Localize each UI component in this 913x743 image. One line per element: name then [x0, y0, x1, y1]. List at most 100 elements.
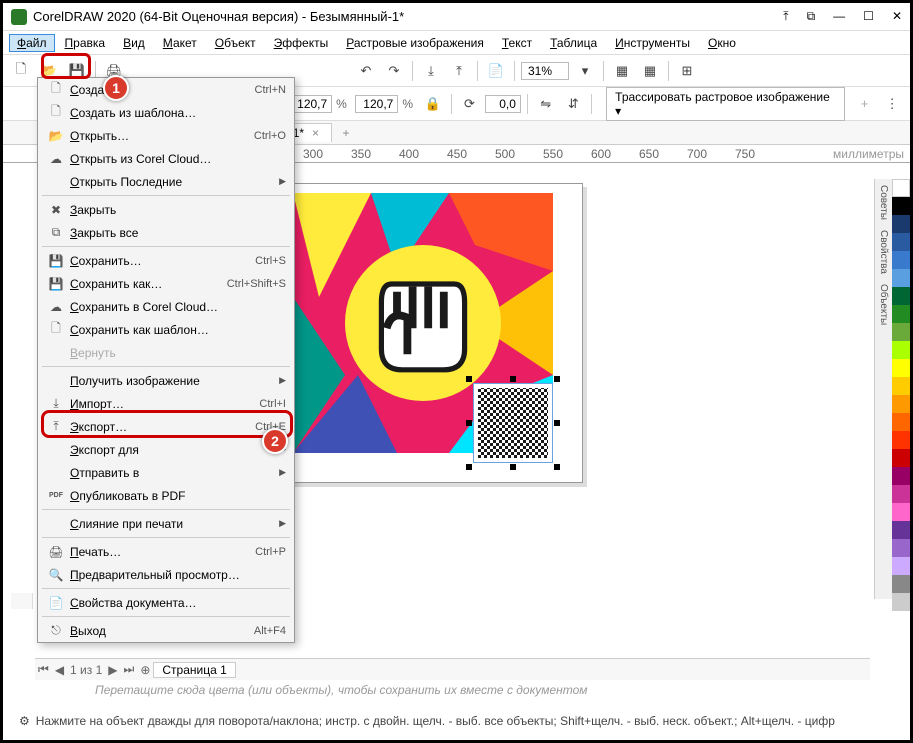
document-palette[interactable]: Перетащите сюда цвета (или объекты), что… — [35, 680, 870, 700]
right-dock: Советы Свойства Объекты — [874, 179, 892, 599]
menu-item[interactable]: Слияние при печати▶ — [38, 512, 294, 535]
menu-item[interactable]: ☁Сохранить в Corel Cloud… — [38, 295, 294, 318]
menu-эффекты[interactable]: Эффекты — [266, 34, 337, 52]
menu-окно[interactable]: Окно — [700, 34, 744, 52]
menu-item[interactable]: 🗋Создать…Ctrl+N — [38, 78, 294, 101]
color-swatch[interactable] — [892, 449, 910, 467]
rotation-field[interactable]: 0,0 — [485, 95, 521, 113]
color-swatch[interactable] — [892, 395, 910, 413]
menu-таблица[interactable]: Таблица — [542, 34, 605, 52]
pdf-icon[interactable]: 📄 — [484, 59, 508, 83]
menu-объект[interactable]: Объект — [207, 34, 264, 52]
zoom-dropdown-icon[interactable]: ▾ — [573, 59, 597, 83]
menu-item[interactable]: Открыть Последние▶ — [38, 170, 294, 193]
menu-item[interactable]: 💾Сохранить…Ctrl+S — [38, 249, 294, 272]
new-icon[interactable]: 🗋 — [9, 59, 33, 83]
menu-item[interactable]: 💾Сохранить как…Ctrl+Shift+S — [38, 272, 294, 295]
export-icon[interactable]: ⤒ — [447, 59, 471, 83]
color-swatch[interactable] — [892, 413, 910, 431]
titlebar-extra-icon[interactable]: ⤒ — [783, 9, 788, 24]
dock-tab[interactable]: Свойства — [878, 230, 889, 274]
color-swatch[interactable] — [892, 341, 910, 359]
color-swatch[interactable] — [892, 503, 910, 521]
grid-icon[interactable]: ▦ — [610, 59, 634, 83]
color-swatch[interactable] — [892, 521, 910, 539]
menu-item[interactable]: ✖Закрыть — [38, 198, 294, 221]
menu-item[interactable]: ☁Открыть из Corel Cloud… — [38, 147, 294, 170]
snap-icon[interactable]: ▦ — [638, 59, 662, 83]
menu-текст[interactable]: Текст — [494, 34, 540, 52]
add-tab-button[interactable]: + — [336, 126, 356, 140]
color-swatch[interactable] — [892, 323, 910, 341]
trace-bitmap-button[interactable]: Трассировать растровое изображение ▾ — [606, 87, 844, 121]
menu-item[interactable]: ⤒Экспорт…Ctrl+E — [38, 415, 294, 438]
import-icon[interactable]: ⤓ — [419, 59, 443, 83]
menu-item[interactable]: 🗋Создать из шаблона… — [38, 101, 294, 124]
menu-item[interactable]: 🗋Сохранить как шаблон… — [38, 318, 294, 341]
menu-файл[interactable]: Файл — [9, 34, 55, 52]
close-button[interactable]: ✕ — [892, 9, 902, 24]
color-swatch[interactable] — [892, 215, 910, 233]
color-swatch[interactable] — [892, 485, 910, 503]
color-swatch[interactable] — [892, 179, 910, 197]
more-icon[interactable]: ⋮ — [880, 92, 904, 116]
page-tab[interactable]: Страница 1 — [153, 662, 235, 678]
menu-item[interactable]: 📂Открыть…Ctrl+O — [38, 124, 294, 147]
plus-icon[interactable]: + — [853, 92, 877, 116]
page-add-icon[interactable]: ⊕ — [137, 663, 153, 677]
titlebar-help-icon[interactable]: ⧉ — [807, 9, 816, 24]
menu-item[interactable]: 🖨Печать…Ctrl+P — [38, 540, 294, 563]
menu-правка[interactable]: Правка — [57, 34, 114, 52]
page-first-icon[interactable]: ⏮ — [35, 662, 52, 677]
color-swatch[interactable] — [892, 467, 910, 485]
color-swatch[interactable] — [892, 233, 910, 251]
menu-item[interactable]: Получить изображение▶ — [38, 369, 294, 392]
page-prev-icon[interactable]: ◀ — [52, 663, 67, 677]
redo-icon[interactable]: ↷ — [382, 59, 406, 83]
menu-item[interactable]: Отправить в▶ — [38, 461, 294, 484]
tab-close-icon[interactable]: × — [312, 126, 319, 140]
annotation-step-2: 2 — [262, 428, 288, 454]
page-last-icon[interactable]: ⏭ — [121, 662, 138, 677]
page-next-icon[interactable]: ▶ — [105, 663, 120, 677]
scale-y-field[interactable]: 120,7 — [355, 95, 398, 113]
menu-item[interactable]: PDFОпубликовать в PDF — [38, 484, 294, 507]
color-swatch[interactable] — [892, 287, 910, 305]
menu-растровые изображения[interactable]: Растровые изображения — [338, 34, 492, 52]
options-icon[interactable]: ⊞ — [675, 59, 699, 83]
dock-tab[interactable]: Советы — [878, 185, 889, 220]
maximize-button[interactable]: ☐ — [863, 9, 874, 24]
color-swatch[interactable] — [892, 557, 910, 575]
lock-ratio-icon[interactable]: 🔒 — [421, 92, 445, 116]
color-swatch[interactable] — [892, 431, 910, 449]
color-swatch[interactable] — [892, 305, 910, 323]
color-swatch[interactable] — [892, 593, 910, 611]
menu-вид[interactable]: Вид — [115, 34, 153, 52]
color-swatch[interactable] — [892, 251, 910, 269]
dock-tab[interactable]: Объекты — [878, 284, 889, 325]
menu-item[interactable]: ⎋ВыходAlt+F4 — [38, 619, 294, 642]
undo-icon[interactable]: ↶ — [354, 59, 378, 83]
menu-item[interactable]: ⤓Импорт…Ctrl+I — [38, 392, 294, 415]
color-swatch[interactable] — [892, 359, 910, 377]
menu-item[interactable]: ⧉Закрыть все — [38, 221, 294, 244]
zoom-field[interactable]: 31% — [521, 62, 569, 80]
menu-item-icon: ☁ — [46, 300, 66, 314]
color-swatch[interactable] — [892, 197, 910, 215]
menu-инструменты[interactable]: Инструменты — [607, 34, 698, 52]
scale-x-field[interactable]: 120,7 — [289, 95, 332, 113]
gear-icon[interactable]: ⚙ — [19, 714, 30, 728]
color-swatch[interactable] — [892, 575, 910, 593]
flip-h-icon[interactable]: ⇋ — [534, 92, 558, 116]
rotate-icon[interactable]: ⟳ — [458, 92, 482, 116]
menu-item[interactable]: 📄Свойства документа… — [38, 591, 294, 614]
menu-item[interactable]: 🔍Предварительный просмотр… — [38, 563, 294, 586]
color-swatch[interactable] — [892, 539, 910, 557]
menu-макет[interactable]: Макет — [155, 34, 205, 52]
flip-v-icon[interactable]: ⇵ — [562, 92, 586, 116]
menu-item[interactable]: Экспорт для▶ — [38, 438, 294, 461]
minimize-button[interactable]: — — [833, 9, 845, 24]
color-swatch[interactable] — [892, 377, 910, 395]
color-swatch[interactable] — [892, 269, 910, 287]
selection-handles[interactable] — [469, 379, 557, 467]
